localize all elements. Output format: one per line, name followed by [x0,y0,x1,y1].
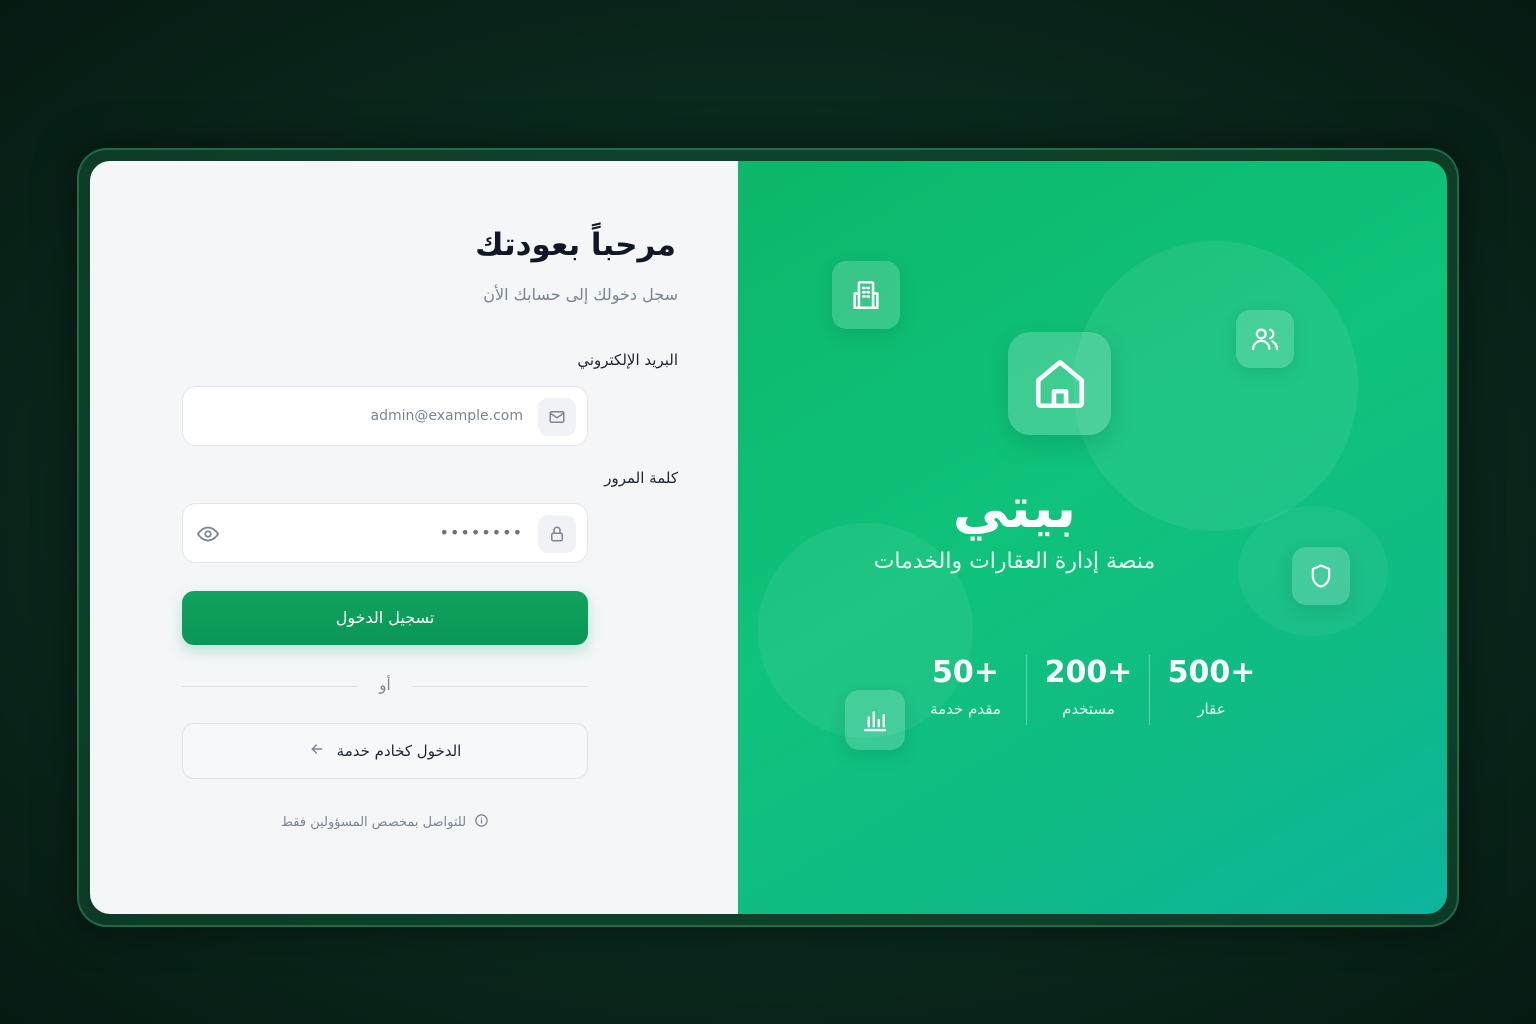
provider-login-button[interactable]: الدخول كخادم خدمة [182,723,588,779]
brand-panel: بيتي منصة إدارة العقارات والخدمات 500+ ع… [738,161,1447,914]
stats-row: 500+ عقار 200+ مستخدم 50+ مقدم خدمة [903,651,1273,731]
or-label: أو [379,676,391,694]
password-label: كلمة المرور [604,469,678,487]
stat-value: 50+ [932,655,999,690]
info-icon [474,813,489,832]
login-button[interactable]: تسجيل الدخول [182,591,588,645]
stat-providers: 50+ مقدم خدمة [904,651,1027,731]
lock-icon [538,515,576,553]
stat-label: عقار [1197,700,1226,718]
bar-chart-icon [845,690,905,750]
brand-tagline: منصة إدارة العقارات والخدمات [873,549,1156,574]
stat-properties: 500+ عقار [1150,651,1273,731]
login-panel: مرحباً بعودتك سجل دخولك إلى حسابك الأن ا… [90,161,738,914]
mail-icon [538,398,576,436]
arrow-left-icon [309,741,325,761]
password-field[interactable]: •••••••• [182,503,588,563]
email-field[interactable]: admin@example.com [182,386,588,446]
password-value: •••••••• [439,523,523,542]
admin-note-text: للتواصل بمخصص المسؤولين فقط [280,815,467,830]
stat-value: 200+ [1044,655,1133,690]
stat-label: مقدم خدمة [930,700,1001,718]
provider-login-label: الدخول كخادم خدمة [336,742,462,760]
stat-users: 200+ مستخدم [1027,651,1150,731]
shield-icon [1292,547,1350,605]
users-icon [1236,310,1294,368]
home-icon [1008,332,1111,435]
stat-value: 500+ [1167,655,1256,690]
login-card: مرحباً بعودتك سجل دخولك إلى حسابك الأن ا… [90,161,1447,914]
email-label: البريد الإلكتروني [577,351,678,369]
page-subtitle: سجل دخولك إلى حسابك الأن [483,285,678,304]
brand-name: بيتي [952,476,1077,541]
stat-label: مستخدم [1062,700,1115,718]
admin-note: للتواصل بمخصص المسؤولين فقط [182,813,588,832]
building-icon [832,261,900,329]
divider-line [412,686,588,687]
or-divider: أو [182,676,588,696]
email-value: admin@example.com [370,408,523,424]
page-title: مرحباً بعودتك [475,227,676,263]
eye-icon[interactable] [197,523,219,545]
